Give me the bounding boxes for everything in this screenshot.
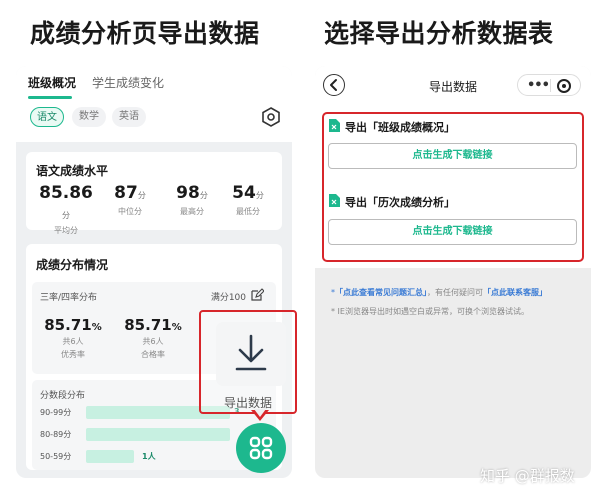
rate-caption: 优秀率 <box>61 350 85 359</box>
band-label: 50-59分 <box>40 452 72 461</box>
subject-chip-english[interactable]: 英语 <box>112 107 146 127</box>
stat-caption: 平均分 <box>54 226 78 235</box>
zhihu-watermark: 知乎 @群报数 <box>480 467 575 485</box>
edit-icon[interactable] <box>250 288 264 302</box>
stat-caption: 最低分 <box>236 207 260 216</box>
export-screen-header: 导出数据 ••• <box>315 66 591 104</box>
tab-class-overview[interactable]: 班级概况 <box>28 74 76 91</box>
subject-filter-bar: 语文 数学 英语 <box>16 100 292 142</box>
stat-value: 87 <box>114 183 138 203</box>
floating-menu-button[interactable] <box>236 423 286 473</box>
band-bar <box>86 428 230 441</box>
stat-unit: 分 <box>199 191 208 200</box>
stat-caption: 中位分 <box>118 207 142 216</box>
export-data-highlight: 导出数据 <box>199 310 297 414</box>
faq-note: *「点此查看常见问题汇总」，有任何疑问可「点此联系客服」 <box>331 287 547 298</box>
stat-average: 85.86 分 平均分 <box>38 183 94 236</box>
export-data-button[interactable] <box>216 322 286 386</box>
score-level-title: 语文成绩水平 <box>36 164 109 178</box>
stat-value: 98 <box>176 183 200 203</box>
left-headline: 成绩分析页导出数据 <box>30 19 260 48</box>
contact-support-link[interactable]: 「点此联系客服」 <box>483 288 547 297</box>
faq-link[interactable]: 「点此查看常见问题汇总」 <box>335 288 427 297</box>
export-options-highlight <box>322 112 584 262</box>
stat-unit: 分 <box>137 191 146 200</box>
faq-note-text: ，有任何疑问可 <box>427 288 483 297</box>
miniprogram-capsule: ••• <box>517 74 581 96</box>
right-headline: 选择导出分析数据表 <box>324 19 554 48</box>
pass-rate: 85.71% 共6人 合格率 <box>122 315 184 360</box>
tab-student-changes[interactable]: 学生成绩变化 <box>92 74 164 91</box>
rate-value: 85.71 <box>124 316 172 334</box>
band-label: 80-89分 <box>40 430 72 439</box>
rate-caption: 合格率 <box>141 350 165 359</box>
stat-value: 85.86 <box>39 183 93 203</box>
stat-value: 54 <box>232 183 256 203</box>
top-tabs: 班级概况 学生成绩变化 <box>16 66 292 100</box>
band-label: 90-99分 <box>40 408 72 417</box>
active-tab-indicator <box>28 96 72 99</box>
stat-highest: 98分 最高分 <box>172 183 212 217</box>
score-level-card: 语文成绩水平 85.86分 平均分 87分 中位分 98分 最高分 54分 最低… <box>26 152 282 235</box>
export-data-label: 导出数据 <box>223 396 272 410</box>
target-icon[interactable] <box>557 79 571 93</box>
rate-count: 共6人 <box>142 337 164 346</box>
rate-count: 共6人 <box>62 337 84 346</box>
more-dots-icon[interactable]: ••• <box>527 78 550 93</box>
stat-unit: 分 <box>62 211 70 220</box>
download-icon <box>235 334 267 371</box>
full-score-label[interactable]: 满分100 <box>211 290 246 303</box>
grid-menu-icon <box>249 436 273 460</box>
subject-chip-math[interactable]: 数学 <box>72 107 106 127</box>
excellent-rate: 85.71% 共6人 优秀率 <box>42 315 104 360</box>
rate-section-title: 三率/四率分布 <box>40 293 98 303</box>
band-section-title: 分数段分布 <box>40 391 86 401</box>
capsule-divider <box>550 79 551 92</box>
stat-median: 87分 中位分 <box>110 183 150 217</box>
stat-unit: 分 <box>255 191 264 200</box>
distribution-title: 成绩分布情况 <box>36 258 109 272</box>
stat-caption: 最高分 <box>180 207 204 216</box>
subject-chip-chinese[interactable]: 语文 <box>30 107 64 127</box>
popup-pointer-inner <box>254 409 266 417</box>
rate-unit: % <box>171 322 182 333</box>
settings-hexagon-icon[interactable] <box>260 106 282 128</box>
export-screen: 导出数据 ••• 导出「班级成绩概况」 点击生成下载链接 导出「历次成绩分析」 … <box>315 66 591 478</box>
rate-unit: % <box>91 322 102 333</box>
band-bar <box>86 450 134 463</box>
stat-lowest: 54分 最低分 <box>228 183 268 217</box>
ie-browser-note: * IE浏览器导出时如遇空白或异常，可换个浏览器试试。 <box>331 307 529 316</box>
band-count: 1人 <box>142 452 156 461</box>
rate-value: 85.71 <box>44 316 92 334</box>
